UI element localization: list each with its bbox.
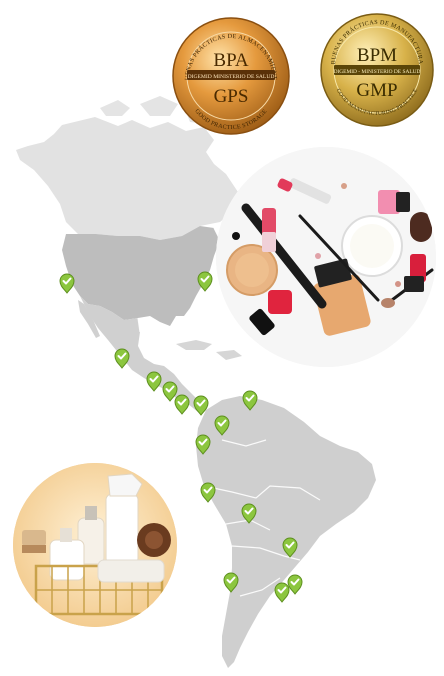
bpm-ribbon-text: DIGEMID - MINISTERIO DE SALUD [334,69,421,75]
bpm-seal: BUENAS PRÁCTICAS DE MANUFACTURA GOOD MAN… [320,13,434,127]
south-america-region [196,396,376,668]
nail-polish [268,290,292,314]
check-pin-icon [287,574,303,595]
check-pin-icon [114,348,130,369]
cosmetics-photo [216,147,436,367]
americas-map-illustration: BUENAS PRÁCTICAS DE ALMACENAMIENTO GOOD … [0,0,436,668]
bpm-abbr-bottom: GMP [356,80,397,101]
check-pin-icon [162,381,178,402]
bpa-seal: BUENAS PRÁCTICAS DE ALMACENAMIENTO GOOD … [0,0,290,135]
canada-region [16,117,238,240]
bpa-ribbon-text: DIGEMID MINISTERIO DE SALUD [188,74,275,80]
bpa-abbr-top: BPA [213,50,248,71]
bpm-abbr-top: BPM [357,45,397,66]
bpa-abbr-bottom: GPS [214,86,249,107]
check-pin-icon [174,394,190,415]
spray-bottle [105,493,139,565]
check-pin-icon [274,582,290,603]
check-pin-icon [59,273,75,294]
check-pin-icon [146,371,162,392]
cleaning-products-photo [13,463,177,627]
